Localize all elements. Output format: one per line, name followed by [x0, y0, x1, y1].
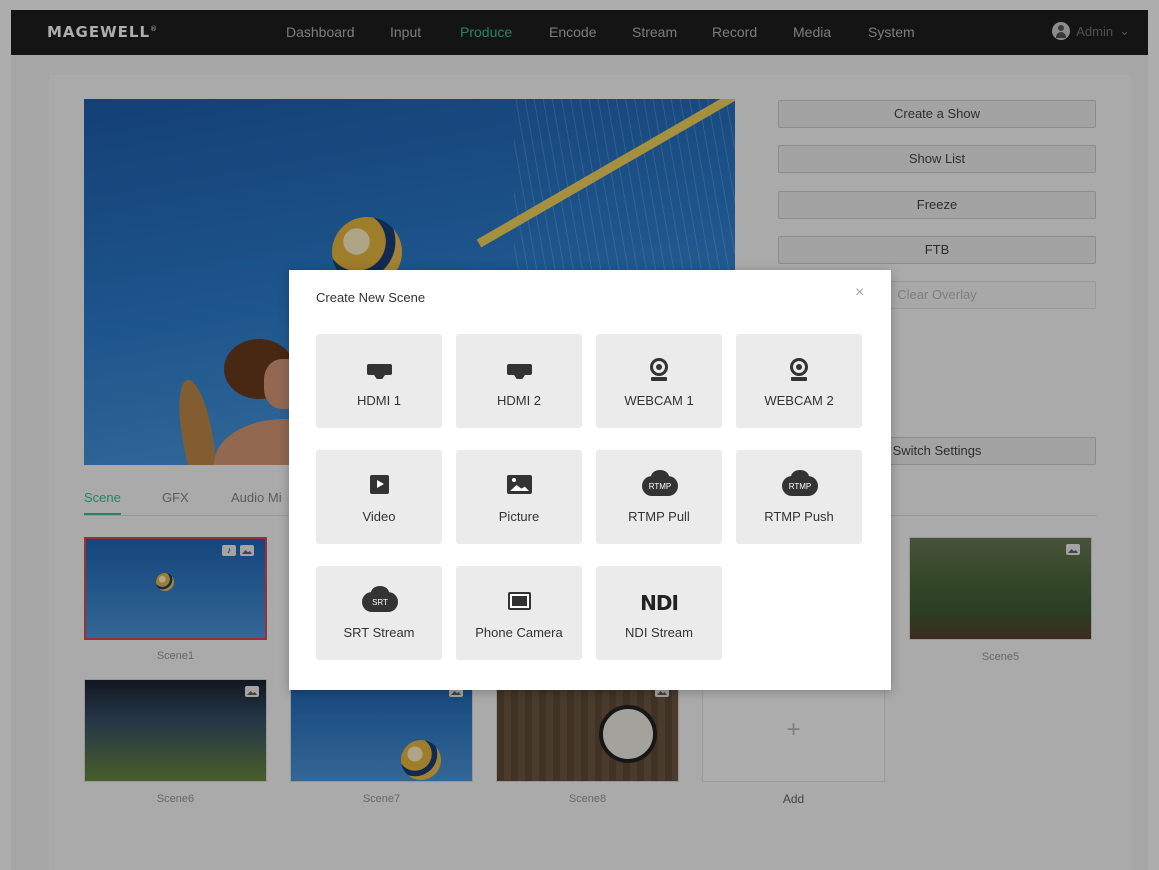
picture-icon	[500, 474, 538, 500]
source-picture[interactable]: Picture	[456, 450, 582, 544]
source-hdmi-2[interactable]: HDMI 2	[456, 334, 582, 428]
source-label: Picture	[498, 509, 540, 524]
close-icon[interactable]: ×	[855, 284, 864, 302]
source-label: HDMI 2	[496, 393, 542, 408]
webcam-icon	[780, 358, 818, 384]
source-label: RTMP Push	[764, 509, 834, 524]
source-label: WEBCAM 1	[624, 393, 694, 408]
picture-shape	[507, 475, 532, 494]
webcam-lens	[650, 358, 668, 376]
ndi-logo-text: NDI	[640, 591, 679, 615]
source-video[interactable]: Video	[316, 450, 442, 544]
phone-camera-icon	[500, 590, 538, 616]
srt-cloud-icon: SRT	[360, 586, 398, 616]
cloud-shape: SRT	[362, 586, 398, 612]
play-shape	[370, 475, 389, 494]
video-icon	[360, 474, 398, 500]
phone-shape	[508, 592, 531, 610]
rtmp-cloud-icon: RTMP	[640, 470, 678, 500]
source-label: RTMP Pull	[628, 509, 690, 524]
dialog-title: Create New Scene	[316, 290, 426, 305]
rtmp-cloud-icon: RTMP	[780, 470, 818, 500]
webcam-lens	[790, 358, 808, 376]
cloud-icon-text: SRT	[372, 598, 388, 607]
cloud-icon-text: RTMP	[648, 482, 672, 491]
source-label: SRT Stream	[343, 625, 415, 640]
cloud-shape: RTMP	[782, 470, 818, 496]
hdmi-icon	[500, 358, 538, 384]
hdmi-shape	[367, 364, 392, 375]
source-webcam-1[interactable]: WEBCAM 1	[596, 334, 722, 428]
source-srt-stream[interactable]: SRT SRT Stream	[316, 566, 442, 660]
source-label: HDMI 1	[356, 393, 402, 408]
source-webcam-2[interactable]: WEBCAM 2	[736, 334, 862, 428]
hdmi-icon	[360, 358, 398, 384]
ndi-icon: NDI	[640, 590, 679, 616]
create-scene-dialog: Create New Scene × HDMI 1 HDMI 2 WEBCAM …	[289, 270, 891, 690]
cloud-shape: RTMP	[642, 470, 678, 496]
source-label: NDI Stream	[625, 625, 693, 640]
source-rtmp-push[interactable]: RTMP RTMP Push	[736, 450, 862, 544]
source-phone-camera[interactable]: Phone Camera	[456, 566, 582, 660]
source-hdmi-1[interactable]: HDMI 1	[316, 334, 442, 428]
source-label: WEBCAM 2	[764, 393, 834, 408]
webcam-icon	[640, 358, 678, 384]
source-rtmp-pull[interactable]: RTMP RTMP Pull	[596, 450, 722, 544]
source-label: Phone Camera	[475, 625, 563, 640]
cloud-icon-text: RTMP	[788, 482, 812, 491]
webcam-base	[791, 377, 807, 381]
source-label: Video	[362, 509, 396, 524]
webcam-base	[651, 377, 667, 381]
hdmi-shape	[507, 364, 532, 375]
source-ndi-stream[interactable]: NDI NDI Stream	[596, 566, 722, 660]
